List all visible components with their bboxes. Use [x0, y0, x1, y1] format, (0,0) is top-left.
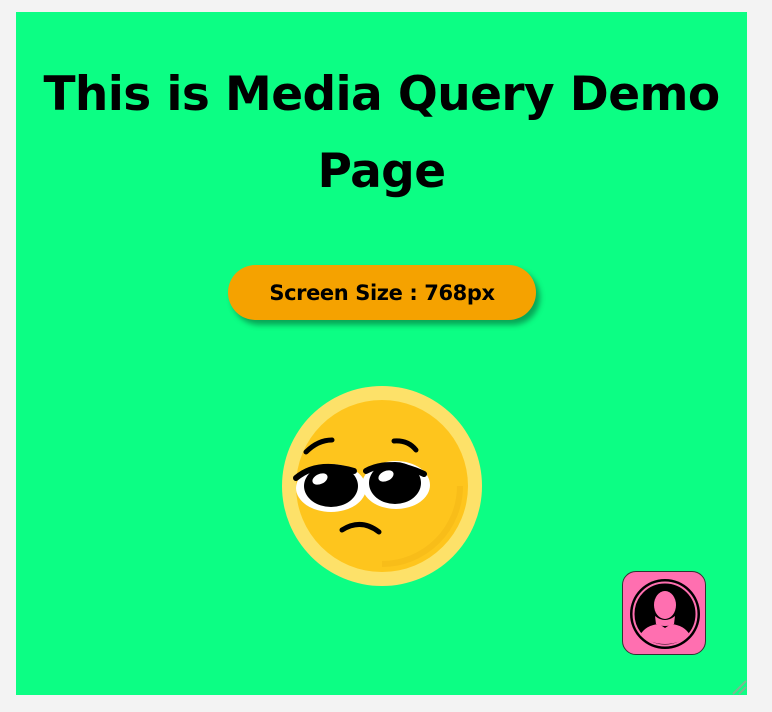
demo-page: This is Media Query Demo Page Screen Siz… [16, 12, 747, 695]
pleading-face-icon [282, 386, 482, 586]
resize-handle-icon[interactable] [729, 677, 747, 695]
avatar-button[interactable] [622, 571, 706, 655]
screen-size-badge: Screen Size : 768px [228, 265, 536, 320]
page-title: This is Media Query Demo Page [43, 67, 720, 199]
user-silhouette-icon [630, 579, 700, 649]
